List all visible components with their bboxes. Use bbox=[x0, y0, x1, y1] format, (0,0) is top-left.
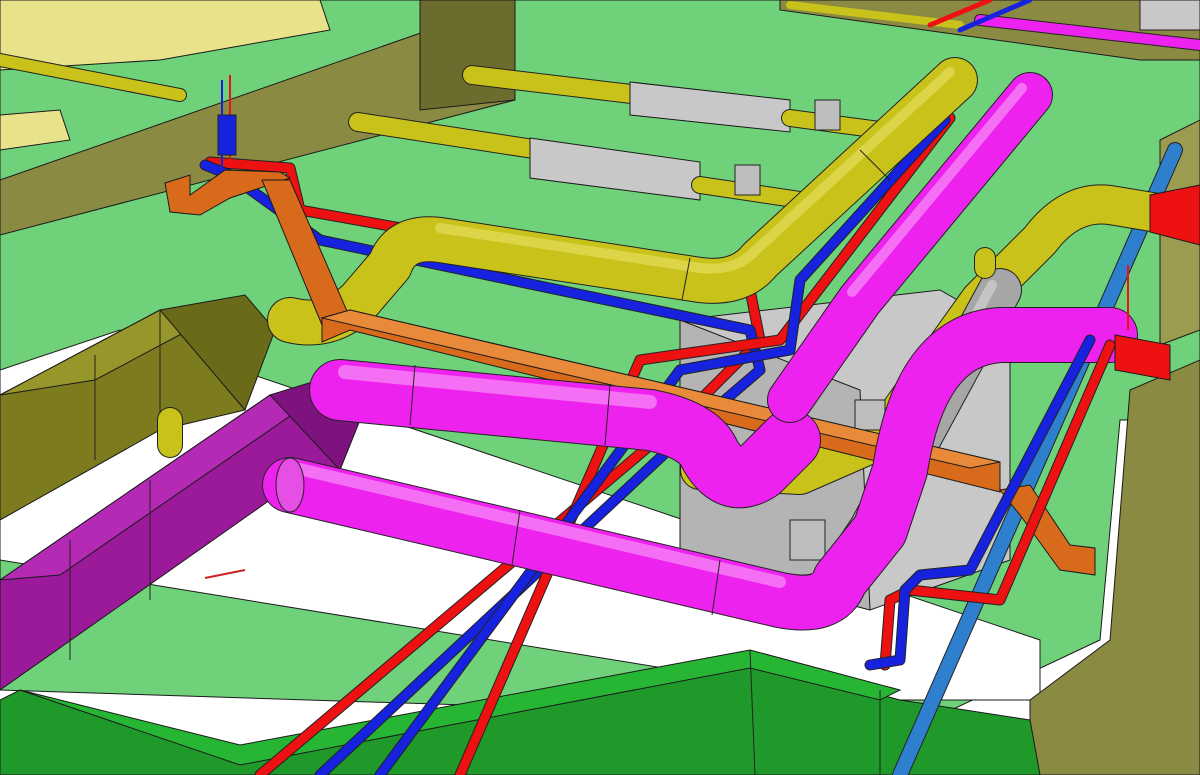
concrete-beam-side bbox=[419, 0, 516, 111]
mep-3d-model-view bbox=[0, 0, 1200, 775]
